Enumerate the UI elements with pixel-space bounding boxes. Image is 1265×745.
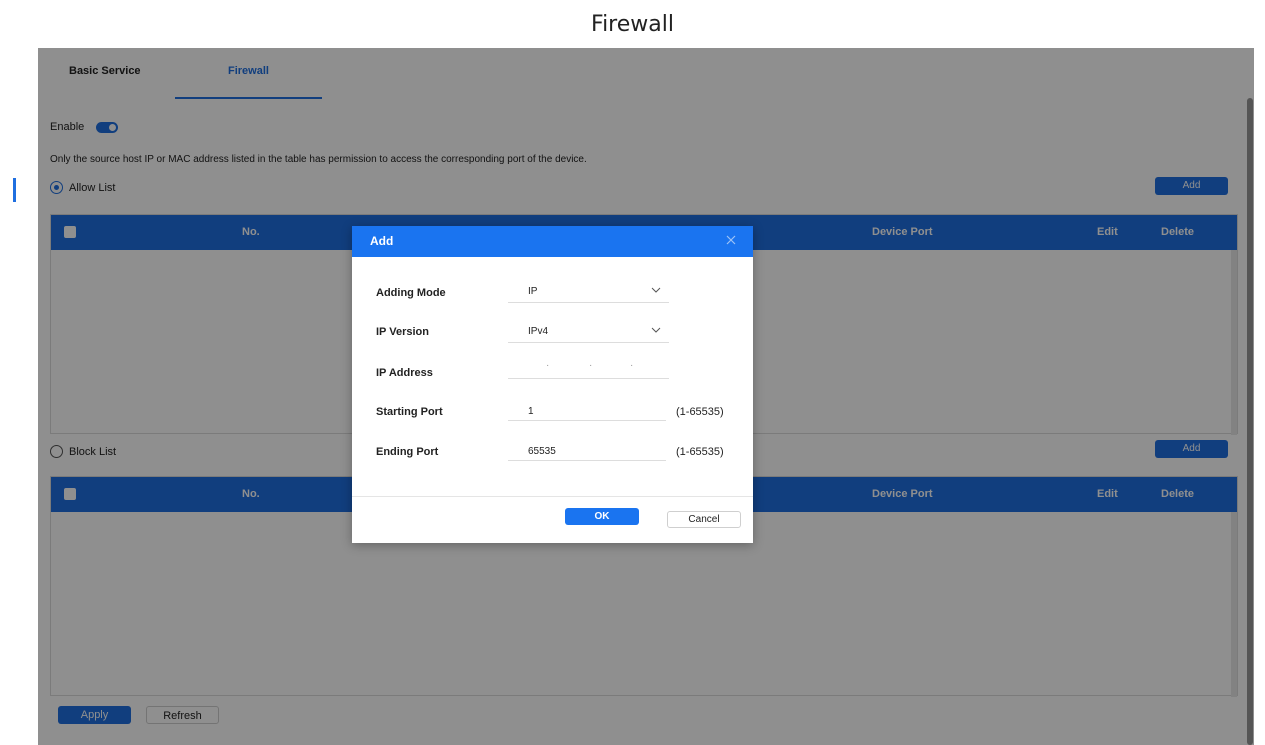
ending-port-input[interactable]: 65535 (508, 439, 666, 461)
ip-version-label: IP Version (376, 326, 429, 338)
sidebar-active-marker (13, 178, 16, 202)
ip-separator-icon: · (589, 360, 593, 371)
chevron-down-icon (651, 325, 661, 338)
starting-port-range: (1-65535) (676, 406, 724, 418)
starting-port-input[interactable]: 1 (508, 399, 666, 421)
chevron-down-icon (651, 285, 661, 298)
ending-port-label: Ending Port (376, 446, 439, 458)
page-scrollbar[interactable] (1247, 98, 1253, 745)
adding-mode-label: Adding Mode (376, 287, 446, 299)
adding-mode-value: IP (528, 286, 538, 297)
ip-version-value: IPv4 (528, 326, 549, 337)
ip-separator-icon: · (630, 360, 634, 371)
ending-port-value: 65535 (528, 446, 556, 457)
adding-mode-select[interactable]: IP (508, 281, 669, 303)
ok-button[interactable]: OK (565, 508, 639, 525)
ip-separator-icon: · (546, 360, 550, 371)
dialog-header: Add (352, 226, 753, 257)
starting-port-label: Starting Port (376, 406, 443, 418)
ip-version-select[interactable]: IPv4 (508, 321, 669, 343)
starting-port-value: 1 (528, 406, 534, 417)
ending-port-range: (1-65535) (676, 446, 724, 458)
close-icon[interactable] (724, 233, 738, 247)
page-title: Firewall (591, 12, 674, 37)
dialog-divider (352, 496, 753, 497)
ip-address-input[interactable]: · · · (508, 357, 669, 379)
dialog-title: Add (370, 234, 394, 248)
add-rule-dialog: Add Adding Mode IP IP Version IPv4 IP Ad… (352, 226, 753, 543)
ip-address-label: IP Address (376, 367, 433, 379)
cancel-button[interactable]: Cancel (667, 511, 741, 528)
